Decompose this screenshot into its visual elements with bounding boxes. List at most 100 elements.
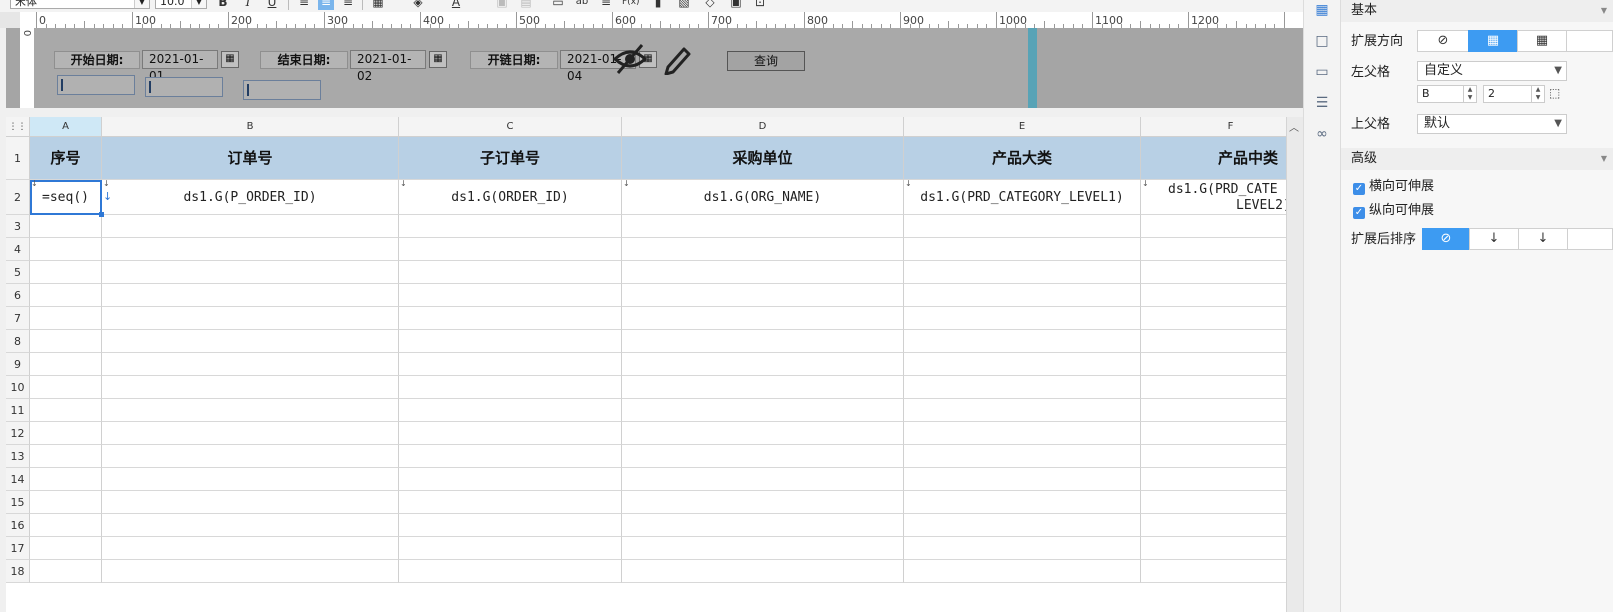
empty-cell[interactable] xyxy=(102,330,399,353)
empty-cell[interactable] xyxy=(622,399,904,422)
empty-cell[interactable] xyxy=(30,238,102,261)
empty-cell[interactable] xyxy=(1141,445,1286,468)
empty-cell[interactable] xyxy=(102,261,399,284)
empty-cell[interactable] xyxy=(1141,284,1286,307)
empty-cell[interactable] xyxy=(102,514,399,537)
empty-cell[interactable] xyxy=(30,560,102,583)
empty-cell[interactable] xyxy=(399,445,622,468)
row-header-8[interactable]: 8 xyxy=(6,330,30,353)
widget-icon[interactable]: ▭ xyxy=(1314,64,1330,80)
empty-cell[interactable] xyxy=(30,261,102,284)
insert-formula-icon[interactable]: F(x) xyxy=(622,0,640,10)
left-parent-row-input[interactable]: 2 ▲ ▼ xyxy=(1483,85,1545,103)
align-left-icon[interactable]: ≡ xyxy=(296,0,312,10)
spreadsheet-grid[interactable]: ⋮⋮ A B C D E F 1 序号 订单号 子订单号 采购单位 产品大类 产品中类 2 =seq() ↓ ds… xyxy=(6,117,1286,612)
italic-button[interactable]: I xyxy=(240,0,256,10)
empty-cell[interactable] xyxy=(399,353,622,376)
param-input-2[interactable] xyxy=(145,77,223,97)
row-header-15[interactable]: 15 xyxy=(6,491,30,514)
empty-cell[interactable] xyxy=(622,238,904,261)
empty-cell[interactable] xyxy=(904,330,1141,353)
empty-cell[interactable] xyxy=(622,468,904,491)
expand-horizontal-button[interactable]: ▦ xyxy=(1517,30,1567,52)
insert-richtext-icon[interactable]: ≡ xyxy=(598,0,614,10)
row-header-6[interactable]: 6 xyxy=(6,284,30,307)
empty-cell[interactable] xyxy=(102,238,399,261)
sort-descending-button[interactable]: ↓ xyxy=(1518,228,1568,250)
empty-cell[interactable] xyxy=(102,215,399,238)
row-header-18[interactable]: 18 xyxy=(6,560,30,583)
empty-cell[interactable] xyxy=(30,491,102,514)
row-header-11[interactable]: 11 xyxy=(6,399,30,422)
empty-cell[interactable] xyxy=(622,445,904,468)
align-right-icon[interactable]: ≡ xyxy=(340,0,356,10)
row-header-2[interactable]: 2 xyxy=(6,180,30,215)
selected-formula-cell[interactable]: =seq() xyxy=(30,180,102,215)
v-expand-checkbox[interactable]: ✓ 纵向可伸展 xyxy=(1353,203,1434,219)
empty-cell[interactable] xyxy=(904,284,1141,307)
empty-cell[interactable] xyxy=(102,560,399,583)
empty-cell[interactable] xyxy=(30,399,102,422)
empty-cell[interactable] xyxy=(622,284,904,307)
empty-cell[interactable] xyxy=(1141,376,1286,399)
empty-cell[interactable] xyxy=(399,215,622,238)
empty-cell[interactable] xyxy=(904,376,1141,399)
column-header-c[interactable]: C xyxy=(399,117,622,137)
empty-cell[interactable] xyxy=(1141,399,1286,422)
formula-cell[interactable]: ds1.G(PRD_CATEGORY_LEVEL1) xyxy=(904,180,1141,215)
row-header-4[interactable]: 4 xyxy=(6,238,30,261)
font-color-icon[interactable]: A xyxy=(448,0,464,10)
empty-cell[interactable] xyxy=(399,560,622,583)
header-cell[interactable]: 采购单位 xyxy=(622,137,904,180)
expand-none-button[interactable]: ⊘ xyxy=(1417,30,1469,52)
empty-cell[interactable] xyxy=(622,376,904,399)
empty-cell[interactable] xyxy=(1141,238,1286,261)
insert-subreport-icon[interactable]: ▣ xyxy=(728,0,744,10)
eye-off-icon[interactable] xyxy=(612,43,648,75)
empty-cell[interactable] xyxy=(622,491,904,514)
empty-cell[interactable] xyxy=(622,330,904,353)
cell-style-icon[interactable]: □ xyxy=(1314,33,1330,49)
selection-handle[interactable] xyxy=(99,212,104,217)
empty-cell[interactable] xyxy=(399,238,622,261)
empty-cell[interactable] xyxy=(1141,353,1286,376)
empty-cell[interactable] xyxy=(399,422,622,445)
stepper-arrows-icon[interactable]: ▲ ▼ xyxy=(1463,86,1476,102)
column-header-e[interactable]: E xyxy=(904,117,1141,137)
empty-cell[interactable] xyxy=(904,261,1141,284)
header-cell[interactable]: 序号 xyxy=(30,137,102,180)
empty-cell[interactable] xyxy=(30,514,102,537)
formula-cell[interactable]: ds1.G(P_ORDER_ID) xyxy=(102,180,399,215)
empty-cell[interactable] xyxy=(904,445,1141,468)
insert-chart-icon[interactable]: ▮ xyxy=(650,0,666,10)
empty-cell[interactable] xyxy=(622,307,904,330)
calendar-icon[interactable]: ▦ xyxy=(429,51,447,68)
checkbox-checked-icon[interactable]: ✓ xyxy=(1353,183,1365,195)
param-input-3[interactable] xyxy=(243,80,321,100)
empty-cell[interactable] xyxy=(1141,422,1286,445)
left-parent-select[interactable]: 自定义 ▼ xyxy=(1417,61,1567,81)
column-header-b[interactable]: B xyxy=(102,117,399,137)
empty-cell[interactable] xyxy=(622,560,904,583)
empty-cell[interactable] xyxy=(622,514,904,537)
font-name-select[interactable]: 宋体 ▼ xyxy=(10,0,150,9)
select-all-corner[interactable]: ⋮⋮ xyxy=(6,117,30,137)
vertical-scrollbar[interactable]: ︿ xyxy=(1286,117,1303,612)
empty-cell[interactable] xyxy=(904,560,1141,583)
fill-color-icon[interactable]: ◈ xyxy=(410,0,426,10)
row-header-1[interactable]: 1 xyxy=(6,137,30,180)
empty-cell[interactable] xyxy=(904,353,1141,376)
empty-cell[interactable] xyxy=(102,376,399,399)
empty-cell[interactable] xyxy=(399,514,622,537)
column-header-d[interactable]: D xyxy=(622,117,904,137)
empty-cell[interactable] xyxy=(622,353,904,376)
start-date-field[interactable]: 2021-01-01 ▦ xyxy=(142,50,239,83)
empty-cell[interactable] xyxy=(102,491,399,514)
empty-cell[interactable] xyxy=(904,514,1141,537)
row-header-9[interactable]: 9 xyxy=(6,353,30,376)
font-size-select[interactable]: 10.0 ▼ xyxy=(155,0,207,9)
parameter-panel[interactable]: 开始日期: 2021-01-01 ▦ 结束日期: 2021-01-02 ▦ 开链… xyxy=(34,28,1037,108)
empty-cell[interactable] xyxy=(30,468,102,491)
row-header-17[interactable]: 17 xyxy=(6,537,30,560)
align-center-icon[interactable]: ≡ xyxy=(318,0,334,10)
